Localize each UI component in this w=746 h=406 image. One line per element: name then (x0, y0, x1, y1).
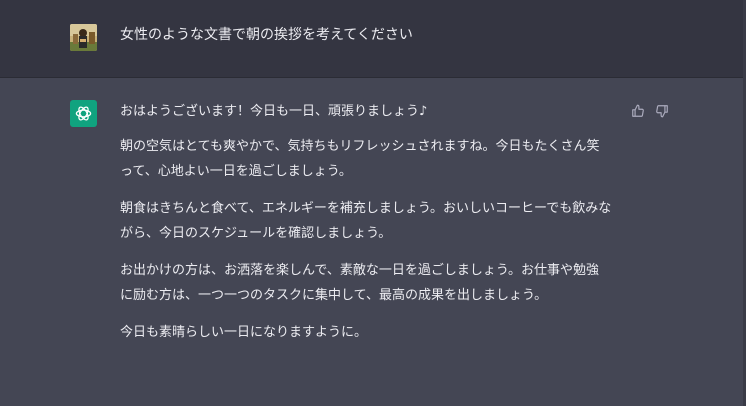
assistant-paragraph-1: 朝の空気はとても爽やかで、気持ちもリフレッシュされますね。今日もたくさん笑って、… (120, 139, 600, 179)
openai-logo-icon (75, 106, 92, 121)
user-message-row: 女性のような文書で朝の挨拶を考えてください (0, 0, 746, 78)
thumbs-down-button[interactable] (654, 103, 670, 119)
assistant-message: おはようございます！今日も一日、頑張りましょう♪ 朝の空気はとても爽やかで、気持… (120, 99, 612, 357)
assistant-closing: 今日も素晴らしい一日になりますように。 (120, 325, 368, 340)
assistant-message-row: おはようございます！今日も一日、頑張りましょう♪ 朝の空気はとても爽やかで、気持… (0, 78, 746, 406)
user-avatar (70, 24, 97, 51)
thumbs-up-button[interactable] (630, 103, 646, 119)
thumbs-down-icon (656, 105, 668, 118)
assistant-paragraph-3: お出かけの方は、お洒落を楽しんで、素敵な一日を過ごしましょう。お仕事や勉強に励む… (120, 263, 600, 303)
user-message-text: 女性のような文書で朝の挨拶を考えてください (120, 27, 413, 43)
assistant-avatar (70, 100, 97, 127)
assistant-greeting: おはようございます！今日も一日、頑張りましょう♪ (120, 104, 428, 119)
feedback-buttons (630, 103, 670, 119)
thumbs-up-icon (632, 104, 644, 117)
user-avatar-image (70, 24, 97, 51)
assistant-paragraph-2: 朝食はきちんと食べて、エネルギーを補充しましょう。おいしいコーヒーでも飲みながら… (120, 201, 612, 241)
